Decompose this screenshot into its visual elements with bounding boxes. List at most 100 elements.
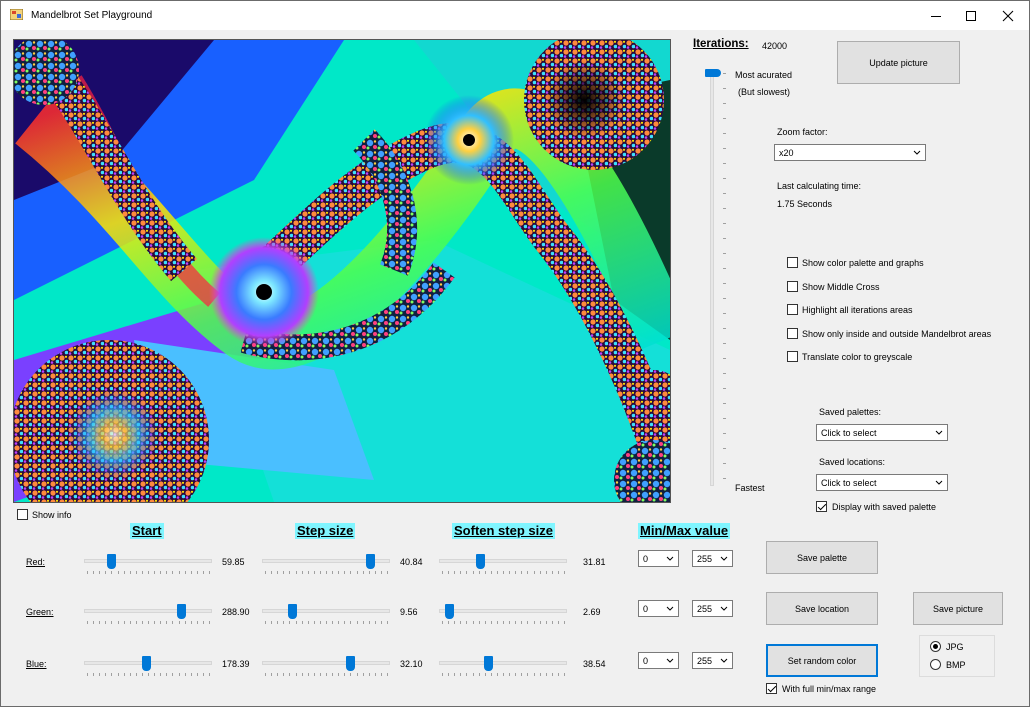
chevron-down-icon	[720, 606, 728, 611]
blue-row-label: Blue:	[26, 659, 47, 669]
iterations-tick	[723, 283, 726, 284]
iterations-tick	[723, 253, 726, 254]
fractal-picture[interactable]	[13, 39, 671, 503]
blue-step-slider-thumb[interactable]	[346, 656, 355, 671]
red-step-slider-thumb[interactable]	[366, 554, 375, 569]
red-min-value: 0	[643, 554, 649, 564]
iterations-tick	[723, 118, 726, 119]
red-start-value: 59.85	[222, 557, 245, 567]
red-start-slider-thumb[interactable]	[107, 554, 116, 569]
green-soften-slider-thumb[interactable]	[445, 604, 454, 619]
greyscale-checkbox[interactable]	[787, 351, 798, 362]
iterations-tick	[723, 463, 726, 464]
iterations-tick	[723, 373, 726, 374]
blue-min-select[interactable]: 0	[638, 652, 679, 669]
highlight-iterations-checkbox[interactable]	[787, 304, 798, 315]
calc-time-label: Last calculating time:	[777, 181, 862, 191]
saved-locations-select[interactable]: Click to select	[816, 474, 948, 491]
inside-outside-checkbox[interactable]	[787, 328, 798, 339]
full-range-checkbox[interactable]	[766, 683, 777, 694]
zoom-factor-value: x20	[779, 148, 794, 158]
set-random-color-button[interactable]: Set random color	[766, 644, 878, 677]
green-min-select[interactable]: 0	[638, 600, 679, 617]
iterations-tick	[723, 358, 726, 359]
zoom-factor-select[interactable]: x20	[774, 144, 926, 161]
main-window: Mandelbrot Set Playground Iterations: 42…	[0, 0, 1030, 707]
chevron-down-icon	[935, 480, 943, 485]
green-start-slider-ticks	[84, 621, 212, 624]
iterations-tick	[723, 418, 726, 419]
title-bar: Mandelbrot Set Playground	[1, 1, 1029, 30]
blue-soften-slider-thumb[interactable]	[484, 656, 493, 671]
blue-max-value: 255	[697, 656, 713, 666]
save-palette-button[interactable]: Save palette	[766, 541, 878, 574]
show-palette-label: Show color palette and graphs	[802, 258, 924, 268]
chevron-down-icon	[666, 606, 674, 611]
red-soften-slider-thumb[interactable]	[476, 554, 485, 569]
green-soften-slider-ticks	[439, 621, 567, 624]
red-max-select[interactable]: 255	[692, 550, 733, 567]
show-middle-cross-checkbox[interactable]	[787, 281, 798, 292]
save-location-button[interactable]: Save location	[766, 592, 878, 625]
saved-palettes-select[interactable]: Click to select	[816, 424, 948, 441]
blue-soften-slider-ticks	[439, 673, 567, 676]
jpg-label: JPG	[946, 642, 964, 652]
blue-step-slider-track[interactable]	[262, 661, 390, 665]
saved-palettes-value: Click to select	[821, 428, 877, 438]
green-step-slider-thumb[interactable]	[288, 604, 297, 619]
green-max-select[interactable]: 255	[692, 600, 733, 617]
blue-start-slider-thumb[interactable]	[142, 656, 151, 671]
bmp-radio[interactable]	[930, 659, 941, 670]
iterations-tick	[723, 478, 726, 479]
iterations-top-label: Most acurated	[735, 70, 793, 80]
soften-step-heading: Soften step size	[452, 523, 555, 539]
blue-step-value: 32.10	[400, 659, 423, 669]
red-start-slider-track[interactable]	[84, 559, 212, 563]
blue-start-value: 178.39	[222, 659, 250, 669]
iterations-bottom-label: Fastest	[735, 483, 765, 493]
chevron-down-icon	[666, 556, 674, 561]
green-start-value: 288.90	[222, 607, 250, 617]
save-picture-button[interactable]: Save picture	[913, 592, 1003, 625]
iterations-tick	[723, 133, 726, 134]
iterations-tick	[723, 328, 726, 329]
green-soften-slider-track[interactable]	[439, 609, 567, 613]
red-min-select[interactable]: 0	[638, 550, 679, 567]
red-soften-slider-ticks	[439, 571, 567, 574]
iterations-tick	[723, 88, 726, 89]
saved-locations-value: Click to select	[821, 478, 877, 488]
blue-max-select[interactable]: 255	[692, 652, 733, 669]
red-soften-slider-track[interactable]	[439, 559, 567, 563]
green-start-slider-track[interactable]	[84, 609, 212, 613]
mandelbrot-image	[14, 40, 670, 502]
jpg-radio[interactable]	[930, 641, 941, 652]
blue-soften-slider-track[interactable]	[439, 661, 567, 665]
iterations-tick	[723, 238, 726, 239]
show-palette-checkbox[interactable]	[787, 257, 798, 268]
iterations-tick	[723, 403, 726, 404]
iterations-slider-track[interactable]	[710, 72, 714, 486]
green-step-slider-track[interactable]	[262, 609, 390, 613]
iterations-tick	[723, 208, 726, 209]
iterations-tick	[723, 223, 726, 224]
close-button[interactable]	[985, 1, 1030, 30]
blue-min-value: 0	[643, 656, 649, 666]
red-step-value: 40.84	[400, 557, 423, 567]
iterations-tick	[723, 313, 726, 314]
close-icon	[1002, 10, 1014, 22]
iterations-tick	[723, 148, 726, 149]
show-info-checkbox[interactable]	[17, 509, 28, 520]
update-picture-button[interactable]: Update picture	[837, 41, 960, 84]
greyscale-label: Translate color to greyscale	[802, 352, 913, 362]
red-step-slider-ticks	[262, 571, 390, 574]
iterations-tick	[723, 343, 726, 344]
app-icon	[9, 8, 24, 21]
display-with-palette-checkbox[interactable]	[816, 501, 827, 512]
green-start-slider-thumb[interactable]	[177, 604, 186, 619]
iterations-tick	[723, 193, 726, 194]
green-min-value: 0	[643, 604, 649, 614]
blue-step-slider-ticks	[262, 673, 390, 676]
chevron-down-icon	[913, 150, 921, 155]
iterations-slider-thumb[interactable]	[705, 69, 721, 77]
display-with-palette-label: Display with saved palette	[832, 502, 937, 512]
